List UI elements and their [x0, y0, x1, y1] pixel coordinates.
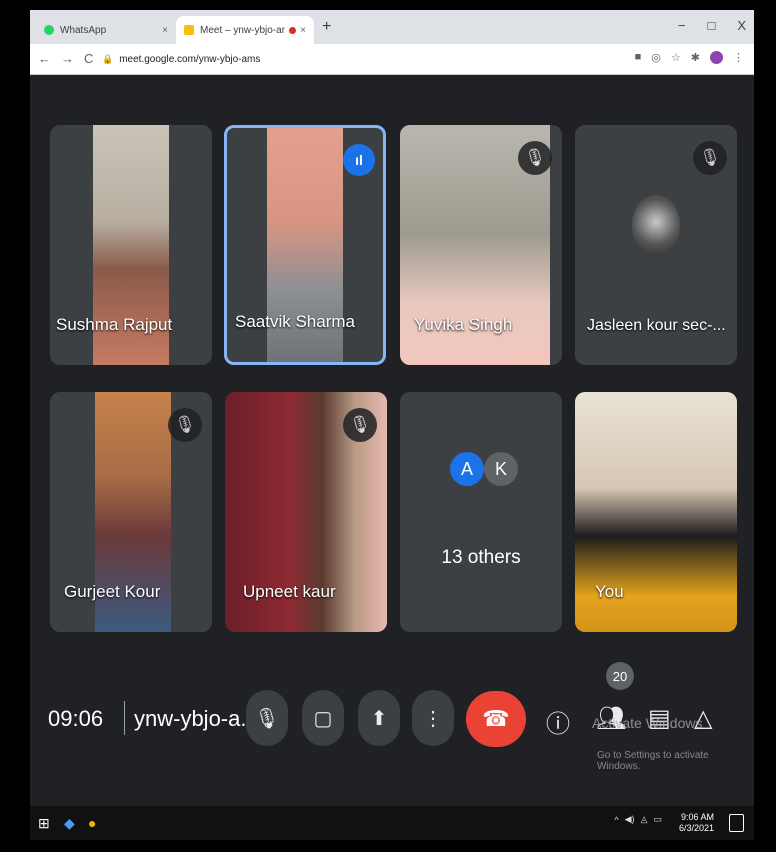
- participant-count-badge: 20: [606, 662, 634, 690]
- divider: [124, 701, 125, 735]
- mic-off-icon: 🎙︎: [168, 408, 202, 442]
- forward-button[interactable]: →: [61, 51, 74, 66]
- participant-name: Saatvik Sharma: [235, 312, 355, 331]
- hang-up-icon: ☎: [482, 706, 510, 731]
- participant-tile[interactable]: Sushma Rajput: [50, 125, 212, 365]
- avatar-a: A: [450, 452, 484, 486]
- participant-name: Yuvika Singh: [414, 315, 513, 334]
- minimize-button[interactable]: −: [678, 18, 686, 33]
- others-count: 13 others: [441, 547, 521, 568]
- meeting-code: ynw-ybjo-a...: [134, 706, 259, 731]
- leave-call-button[interactable]: ☎: [466, 691, 526, 747]
- camera-icon[interactable]: ■: [635, 51, 642, 64]
- clock-date: 6/3/2021: [678, 823, 714, 833]
- notification-icon[interactable]: [729, 814, 744, 832]
- address-bar: ← → C 🔒 meet.google.com/ynw-ybjo-ams ■ ◎…: [30, 44, 754, 75]
- extensions-icon[interactable]: ✱: [691, 51, 700, 64]
- new-tab-button[interactable]: +: [322, 18, 331, 36]
- window-controls: − □ X: [678, 18, 746, 33]
- avatar-k: K: [484, 452, 518, 486]
- meet-icon: [184, 25, 194, 35]
- close-tab-icon[interactable]: ×: [162, 25, 168, 36]
- url-field[interactable]: 🔒 meet.google.com/ynw-ybjo-ams: [102, 49, 662, 69]
- participant-tile[interactable]: 🎙︎ Yuvika Singh: [400, 125, 562, 365]
- activate-windows-title: Activate Windows: [592, 715, 703, 731]
- menu-dots-icon[interactable]: ⋮: [733, 51, 744, 64]
- participant-tile[interactable]: 🎙︎ Jasleen kour sec-...: [575, 125, 737, 365]
- tab-title: Meet – ynw-ybjo-ams: [200, 24, 285, 36]
- screen-frame: WhatsApp × Meet – ynw-ybjo-ams × + − □ X…: [30, 10, 754, 840]
- clock-time: 9:06 AM: [680, 812, 714, 822]
- battery-icon[interactable]: ▭: [653, 814, 662, 825]
- taskbar-clock[interactable]: 9:06 AM 6/3/2021: [679, 812, 714, 834]
- participant-name: Sushma Rajput: [56, 315, 173, 334]
- back-button[interactable]: ←: [38, 51, 51, 66]
- meeting-info-icon[interactable]: ⓘ: [546, 704, 570, 739]
- url-text: meet.google.com/ynw-ybjo-ams: [119, 53, 261, 65]
- chevron-up-icon[interactable]: ^: [614, 815, 618, 825]
- participant-avatar: [632, 195, 680, 255]
- activate-windows-subtitle: Go to Settings to activate Windows.: [597, 750, 709, 772]
- participant-name: Gurjeet Kour: [64, 582, 161, 601]
- mic-off-icon: 🎙︎: [343, 408, 377, 442]
- microphone-button[interactable]: 🎙︎: [246, 690, 288, 746]
- network-icon[interactable]: ◬: [641, 814, 648, 825]
- windows-start-icon[interactable]: ⊞: [38, 815, 50, 832]
- system-tray[interactable]: ^ ◀) ◬ ▭: [614, 814, 662, 825]
- chrome-icon[interactable]: ●: [88, 815, 96, 831]
- mic-off-icon: 🎙︎: [518, 141, 552, 175]
- participant-tile[interactable]: ıl Saatvik Sharma: [224, 125, 386, 365]
- participant-tile[interactable]: You: [575, 392, 737, 632]
- camera-icon: ▢: [313, 707, 333, 730]
- browser-tab-bar: WhatsApp × Meet – ynw-ybjo-ams × + − □ X: [30, 10, 754, 44]
- lock-icon: 🔒: [102, 53, 114, 64]
- profile-avatar[interactable]: [710, 51, 723, 64]
- close-tab-icon[interactable]: ×: [300, 25, 306, 36]
- volume-icon[interactable]: ◀): [625, 814, 635, 825]
- zoom-icon[interactable]: ◎: [651, 51, 661, 64]
- whatsapp-icon: [44, 25, 54, 35]
- participant-name: Upneet kaur: [243, 582, 336, 601]
- recording-dot-icon: [289, 26, 297, 34]
- toolbar-icons: ■ ◎ ☆ ✱ ⋮: [635, 51, 744, 64]
- participant-tile[interactable]: 🎙︎ Gurjeet Kour: [50, 392, 212, 632]
- present-button[interactable]: ⬆: [358, 690, 400, 746]
- reload-button[interactable]: C: [84, 51, 93, 66]
- microphone-icon: 🎙︎: [254, 707, 280, 730]
- close-window-button[interactable]: X: [737, 18, 746, 33]
- windows-taskbar: ⊞ ◆ ● ^ ◀) ◬ ▭ 9:06 AM 6/3/2021: [30, 806, 754, 840]
- speaking-indicator-icon: ıl: [343, 144, 375, 176]
- more-options-button[interactable]: ⋮: [412, 690, 454, 746]
- participant-tile[interactable]: 🎙︎ Upneet kaur: [225, 392, 387, 632]
- shield-icon[interactable]: ◆: [64, 815, 75, 832]
- meeting-time: 09:06: [48, 706, 104, 731]
- bookmark-star-icon[interactable]: ☆: [671, 51, 681, 64]
- camera-button[interactable]: ▢: [302, 690, 344, 746]
- maximize-button[interactable]: □: [707, 18, 715, 33]
- participant-tile[interactable]: A K 13 others: [400, 392, 562, 632]
- more-vert-icon: ⋮: [423, 707, 443, 730]
- tab-title: WhatsApp: [60, 24, 107, 36]
- tab-whatsapp[interactable]: WhatsApp ×: [36, 16, 176, 44]
- participant-name: Jasleen kour sec-...: [587, 317, 726, 334]
- participant-name: You: [595, 582, 624, 601]
- present-screen-icon: ⬆: [370, 707, 388, 730]
- mic-off-icon: 🎙︎: [693, 141, 727, 175]
- tab-meet[interactable]: Meet – ynw-ybjo-ams ×: [176, 16, 314, 44]
